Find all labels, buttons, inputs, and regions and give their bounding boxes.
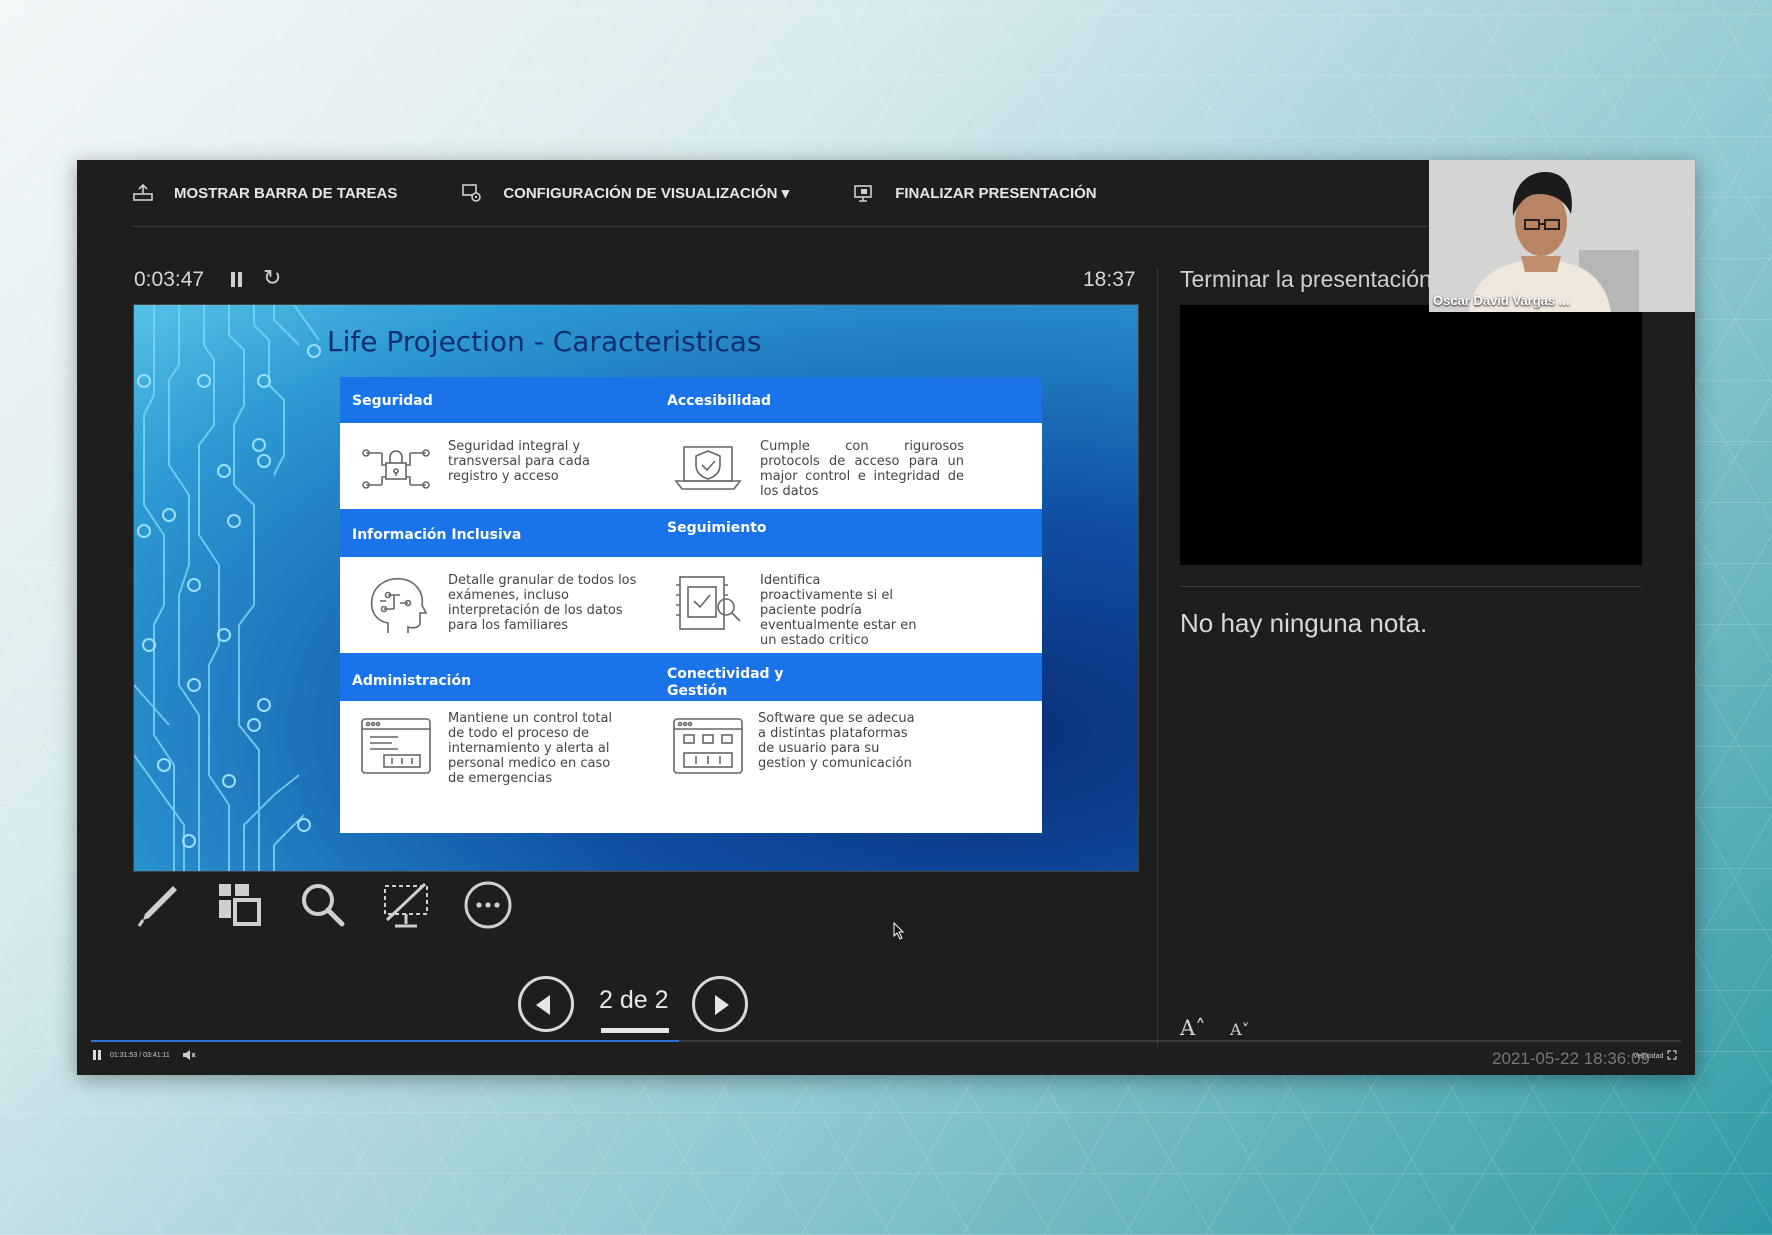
mouse-cursor-icon — [893, 922, 905, 940]
speaker-notes: No hay ninguna nota. — [1180, 608, 1428, 638]
toolbar-divider — [132, 226, 1500, 227]
pane-divider[interactable] — [1157, 268, 1158, 1048]
cell-description: Identifica proactivamente si el paciente… — [760, 573, 917, 648]
pause-icon[interactable] — [92, 1050, 102, 1062]
display-settings-icon — [462, 184, 482, 202]
end-presentation-button[interactable]: FINALIZAR PRESENTACIÓN — [853, 183, 1097, 203]
more-options-icon[interactable] — [463, 880, 513, 930]
participant-video[interactable]: Oscar David Vargas ... — [1429, 160, 1695, 312]
video-player-bar: 01:31:53 / 03:41:11 2021-05-22 18:36:09 … — [77, 1040, 1695, 1075]
slides-grid-icon[interactable] — [215, 880, 265, 930]
display-settings-label: CONFIGURACIÓN DE VISUALIZACIÓN ▾ — [503, 185, 790, 202]
presenter-view-window: MOSTRAR BARRA DE TAREAS CONFIGURACIÓN DE… — [77, 160, 1695, 1075]
previous-slide-button[interactable] — [518, 976, 574, 1032]
chip-search-icon — [676, 576, 741, 630]
fullscreen-icon[interactable] — [1667, 1050, 1677, 1060]
recording-timestamp: 2021-05-22 18:36:09 — [1492, 1049, 1650, 1068]
cell-heading: Seguridad — [352, 393, 433, 409]
cell-description: Cumple con rigurosos protocols de acceso… — [760, 439, 964, 499]
triangle-left-icon — [536, 995, 550, 1015]
circuit-decoration — [134, 305, 321, 871]
cell-description: Software que se adecua a distintas plata… — [758, 711, 915, 771]
mute-icon[interactable] — [182, 1049, 196, 1061]
participant-avatar — [1429, 160, 1695, 312]
pen-icon[interactable] — [133, 880, 183, 930]
browser-window-icon — [361, 718, 431, 774]
laptop-shield-icon — [674, 446, 742, 490]
cell-heading: Información Inclusiva — [352, 527, 522, 543]
next-slide-label: Terminar la presentación — [1180, 266, 1432, 292]
elapsed-timer: 0:03:47 — [134, 268, 205, 291]
lock-network-icon — [362, 449, 430, 489]
current-time: 18:37 — [1083, 268, 1136, 291]
cell-description: Mantiene un control total de todo el pro… — [448, 711, 613, 786]
head-circuit-icon — [370, 577, 428, 633]
cell-heading: Conectividad y Gestión — [667, 666, 784, 699]
presenter-toolbar: MOSTRAR BARRA DE TAREAS CONFIGURACIÓN DE… — [132, 160, 1432, 226]
cell-heading: Seguimiento — [667, 520, 767, 536]
browser-grid-icon — [673, 718, 743, 774]
zoom-icon[interactable] — [298, 880, 348, 930]
taskbar-icon — [133, 183, 153, 201]
slide-counter-underline — [601, 1028, 669, 1033]
display-settings-button[interactable]: CONFIGURACIÓN DE VISUALIZACIÓN ▾ — [461, 183, 789, 203]
playback-progress[interactable] — [91, 1040, 1681, 1042]
slide-counter[interactable]: 2 de 2 — [599, 986, 669, 1015]
features-table: Seguridad Accesibilidad Información Incl… — [340, 377, 1042, 833]
increase-font-button[interactable]: A˄ — [1180, 1016, 1206, 1040]
show-taskbar-label: MOSTRAR BARRA DE TAREAS — [174, 184, 398, 202]
cell-heading: Accesibilidad — [667, 393, 771, 409]
end-presentation-label: FINALIZAR PRESENTACIÓN — [895, 184, 1097, 202]
playback-speed[interactable]: Velocidad — [1633, 1053, 1663, 1060]
cell-description: Detalle granular de todos los exámenes, … — [448, 573, 637, 633]
black-screen-icon[interactable] — [381, 880, 431, 930]
show-taskbar-button[interactable]: MOSTRAR BARRA DE TAREAS — [132, 183, 397, 203]
triangle-right-icon — [715, 995, 729, 1015]
decrease-font-button[interactable]: A˅ — [1230, 1020, 1250, 1039]
next-slide-button[interactable] — [692, 976, 748, 1032]
cell-description: Seguridad integral y transversal para ca… — [448, 439, 590, 484]
participant-name: Oscar David Vargas ... — [1433, 293, 1570, 308]
reset-timer-icon[interactable]: ↻ — [263, 265, 281, 291]
next-slide-preview[interactable] — [1180, 305, 1642, 565]
playback-progress-fill — [91, 1040, 680, 1042]
playback-time: 01:31:53 / 03:41:11 — [110, 1052, 170, 1059]
notes-divider — [1180, 586, 1642, 587]
end-slideshow-icon — [854, 185, 873, 202]
cell-heading: Administración — [352, 673, 472, 689]
current-slide[interactable]: Life Projection - Caracteristicas Seguri… — [133, 304, 1139, 872]
pause-timer-icon[interactable] — [227, 270, 245, 290]
slide-title: Life Projection - Caracteristicas — [327, 325, 762, 358]
